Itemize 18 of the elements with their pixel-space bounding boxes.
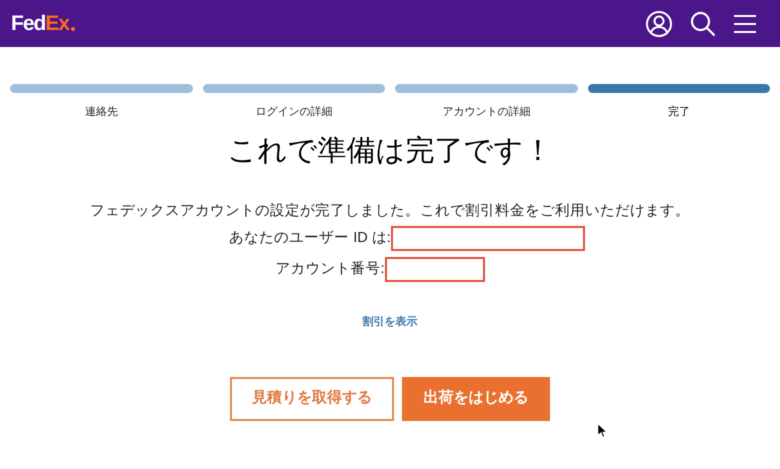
input-field[interactable] bbox=[384, 257, 485, 282]
start-shipping-button[interactable]: 出荷をはじめる bbox=[402, 376, 550, 420]
user-icon[interactable] bbox=[646, 10, 672, 36]
view-discount-link[interactable]: 割引を表示 bbox=[362, 314, 418, 330]
step-label: 連絡先 bbox=[84, 105, 118, 120]
step-label: ログインの詳細 bbox=[255, 105, 332, 120]
input-field[interactable] bbox=[390, 226, 585, 251]
page-title: これで準備は完了です！ bbox=[228, 136, 552, 166]
step-label: アカウントの詳細 bbox=[442, 105, 530, 120]
step-label: 完了 bbox=[668, 104, 690, 120]
logo[interactable]: FedEx bbox=[11, 13, 76, 34]
cursor-icon bbox=[598, 424, 607, 438]
get-quote-button[interactable]: 見積りを取得する bbox=[230, 376, 394, 420]
confirmation-message: フェデックスアカウントの設定が完了しました。これで割引料金をご利用いただけます。 bbox=[90, 204, 690, 218]
field-label: アカウント番号: bbox=[275, 260, 385, 279]
search-icon[interactable] bbox=[690, 10, 716, 36]
field-label: あなたのユーザー ID は: bbox=[229, 228, 391, 248]
menu-icon[interactable] bbox=[734, 14, 756, 34]
